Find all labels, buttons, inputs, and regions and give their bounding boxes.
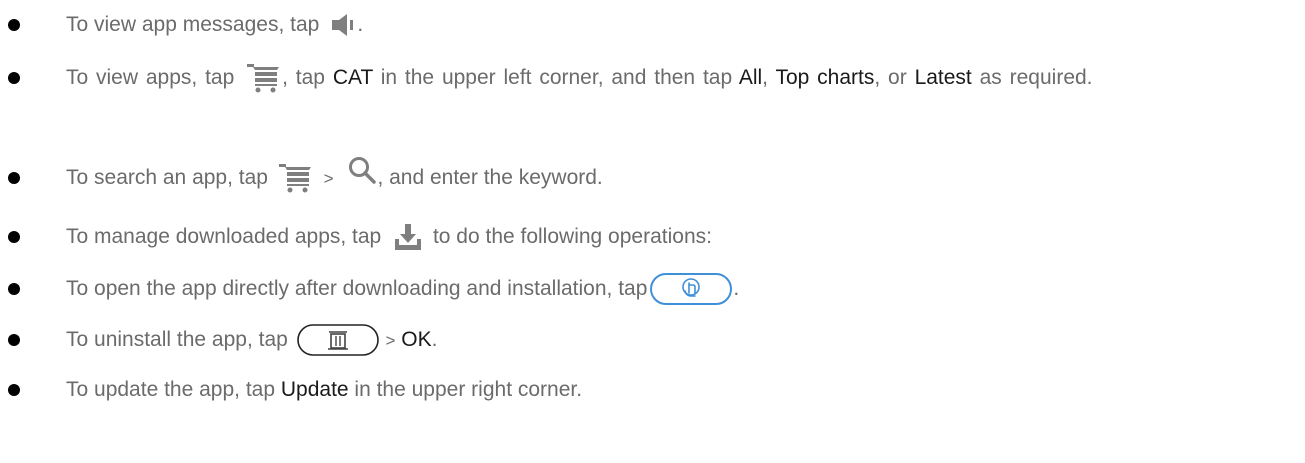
bullet [8,334,20,346]
item-text-part: To view apps, tap [66,66,235,89]
item-text-part: to do the following operations: [432,225,712,248]
download-icon [393,223,423,251]
item-text: To search an app, tap > , and enter the … [66,157,1289,197]
item-text-part: as required. [979,66,1093,89]
item-text-part: , tap [282,66,325,89]
item-text-part: To search an app, tap [66,166,268,189]
command-update: Update [280,378,349,401]
bullet [8,72,20,84]
item-text-part: . [357,13,364,36]
item-text-part: To uninstall the app, tap [66,328,288,351]
item-text: To manage downloaded apps, tap to do the… [66,219,1289,255]
item-text-part: To manage downloaded apps, tap [66,225,382,248]
bullet [8,283,20,295]
item-text-part: , or [874,66,907,89]
search-icon [347,155,377,185]
item-text-part: , [762,66,769,89]
item-text-part: , and enter the keyword. [377,166,603,189]
item-text-part: in the upper left corner, and then tap [380,66,733,89]
command-ok: OK [401,328,432,351]
bullet [8,384,20,396]
command-cat: CAT [332,66,373,89]
item-text-part: . [431,328,438,351]
item-text-part: To update the app, tap [66,378,276,401]
item-text-part: To view app messages, tap [66,13,320,36]
command-top-charts: Top charts [775,66,875,89]
bullet [8,19,20,31]
trash-button-icon [296,323,380,357]
bullet [8,172,20,184]
item-text-part: in the upper right corner. [354,378,583,401]
item-text: To update the app, tap Update in the upp… [66,372,1289,408]
command-latest: Latest [914,66,972,89]
shopping-cart-icon [278,163,314,193]
item-text-part: . [733,277,740,300]
item-text: To view apps, tap , tap CAT in the upper… [66,60,1289,96]
item-text: To open the app directly after downloadi… [66,271,1289,307]
open-app-button-icon [649,272,733,306]
command-all: All [738,66,763,89]
item-text: To uninstall the app, tap > OK. [66,322,1289,359]
shopping-cart-icon [246,63,282,93]
bullet [8,231,20,243]
separator: > [385,331,396,350]
separator: > [323,169,334,188]
speaker-icon [331,13,357,37]
item-text: To view app messages, tap . [66,7,1289,43]
item-text-part: To open the app directly after downloadi… [66,277,648,300]
